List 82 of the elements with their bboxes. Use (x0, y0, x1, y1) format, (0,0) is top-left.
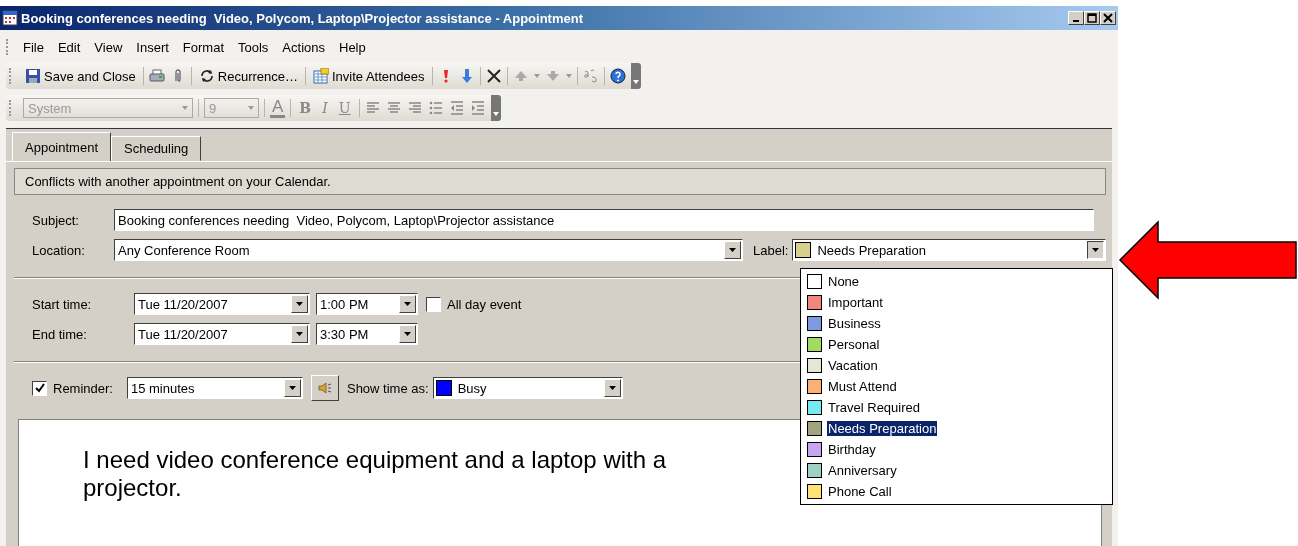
menu-item[interactable]: Help (333, 37, 372, 57)
field-label: End time: (32, 326, 88, 342)
date-dropdown[interactable]: Tue 11/20/2007 (134, 323, 310, 345)
align-right-icon[interactable] (406, 100, 423, 116)
save-and-close-button[interactable]: Save and Close (23, 66, 138, 86)
caret-icon (492, 111, 499, 117)
help-icon[interactable] (609, 68, 626, 84)
maximize-icon (1087, 13, 1097, 23)
checkbox[interactable] (32, 380, 47, 396)
dropdown-option[interactable]: Travel Required (801, 397, 1112, 418)
toolbar-options-button[interactable] (490, 95, 501, 121)
date-dropdown[interactable]: Tue 11/20/2007 (134, 293, 310, 315)
field-label: Show time as: (346, 380, 429, 396)
field-label: Start time: (32, 296, 93, 312)
caret-icon (404, 302, 411, 306)
calendar-icon (2, 10, 18, 26)
color-swatch (795, 242, 812, 258)
speaker-icon (316, 380, 333, 396)
show-time-dropdown[interactable]: Busy (432, 377, 623, 399)
location-dropdown[interactable]: Any Conference Room (114, 239, 744, 261)
caret-icon (296, 302, 303, 306)
window-title: Booking conferences needing Video, Polycom, Laptop\Projector assistance - Appointment (21, 10, 584, 26)
checkbox-label: All day event (447, 296, 522, 312)
decrease-indent-icon[interactable] (448, 100, 465, 116)
maximize-button[interactable] (1084, 11, 1100, 25)
dropdown-option[interactable]: Personal (801, 334, 1112, 355)
reminder-dropdown[interactable]: 15 minutes (126, 377, 303, 399)
body-text: I need video conference equipment and a laptop with a projector. (83, 446, 668, 502)
dropdown-option[interactable]: Important (801, 292, 1112, 313)
dropdown-option[interactable]: Must Attend (801, 376, 1112, 397)
invite-attendees-button[interactable]: Invite Attendees (311, 66, 427, 86)
field-label: Label: (753, 242, 789, 258)
circular-arrows-icon (198, 68, 215, 84)
color-swatch (435, 380, 452, 396)
translate-icon[interactable] (582, 68, 599, 84)
caret-icon[interactable] (533, 74, 540, 78)
sound-button[interactable] (310, 375, 339, 401)
delete-icon[interactable] (485, 68, 502, 84)
recurrence-button[interactable]: Recurrence… (196, 66, 300, 86)
tab[interactable]: Appointment (12, 132, 111, 161)
caret-icon (182, 106, 188, 110)
caret-icon (248, 106, 254, 110)
tab[interactable]: Scheduling (111, 136, 202, 161)
dropdown-option[interactable]: Business (801, 313, 1112, 334)
menu-item[interactable]: Edit (51, 37, 87, 57)
menu-item[interactable]: Insert (130, 37, 175, 57)
close-button[interactable] (1100, 11, 1116, 25)
caret-icon (608, 386, 616, 390)
menu-item[interactable]: File (17, 37, 50, 57)
caret-icon (404, 332, 411, 336)
time-dropdown[interactable]: 3:30 PM (316, 323, 418, 345)
close-icon (1103, 13, 1113, 23)
caret-icon[interactable] (565, 74, 572, 78)
info-bar: Conflicts with another appointment on your Calendar. (14, 168, 1106, 195)
dropdown-option[interactable]: Vacation (801, 355, 1112, 376)
checkmark-icon (34, 383, 45, 393)
caret-icon (632, 79, 639, 85)
subject-field[interactable]: Booking conferences needing Video, Polycom, Laptop\Projector assistance (114, 209, 1094, 231)
caret-icon (296, 332, 303, 336)
dropdown-option[interactable]: None (801, 271, 1112, 292)
bullet-list-icon[interactable] (427, 100, 444, 116)
menu-item[interactable]: Format (176, 37, 230, 57)
caret-icon (729, 248, 737, 252)
menu-item[interactable]: View (88, 37, 129, 57)
time-dropdown[interactable]: 1:00 PM (316, 293, 418, 315)
minimize-button[interactable] (1068, 11, 1084, 25)
toolbar-options-button[interactable] (630, 63, 641, 89)
field-label: Subject: (32, 212, 80, 228)
menu-item[interactable]: Actions (276, 37, 331, 57)
label-dropdown[interactable]: Needs Preparation (792, 239, 1106, 261)
caret-icon (288, 386, 296, 390)
minimize-icon (1073, 20, 1079, 22)
align-center-icon[interactable] (385, 100, 402, 116)
increase-indent-icon[interactable] (469, 100, 486, 116)
caret-icon (1092, 248, 1099, 252)
checkbox-label: Reminder: (53, 380, 113, 396)
checkbox[interactable] (426, 296, 441, 312)
printer-icon[interactable] (148, 68, 165, 84)
field-label: Location: (32, 242, 86, 258)
menu-item[interactable]: Tools (232, 37, 275, 57)
align-left-icon[interactable] (364, 100, 381, 116)
calendar-envelope-icon (313, 68, 329, 84)
